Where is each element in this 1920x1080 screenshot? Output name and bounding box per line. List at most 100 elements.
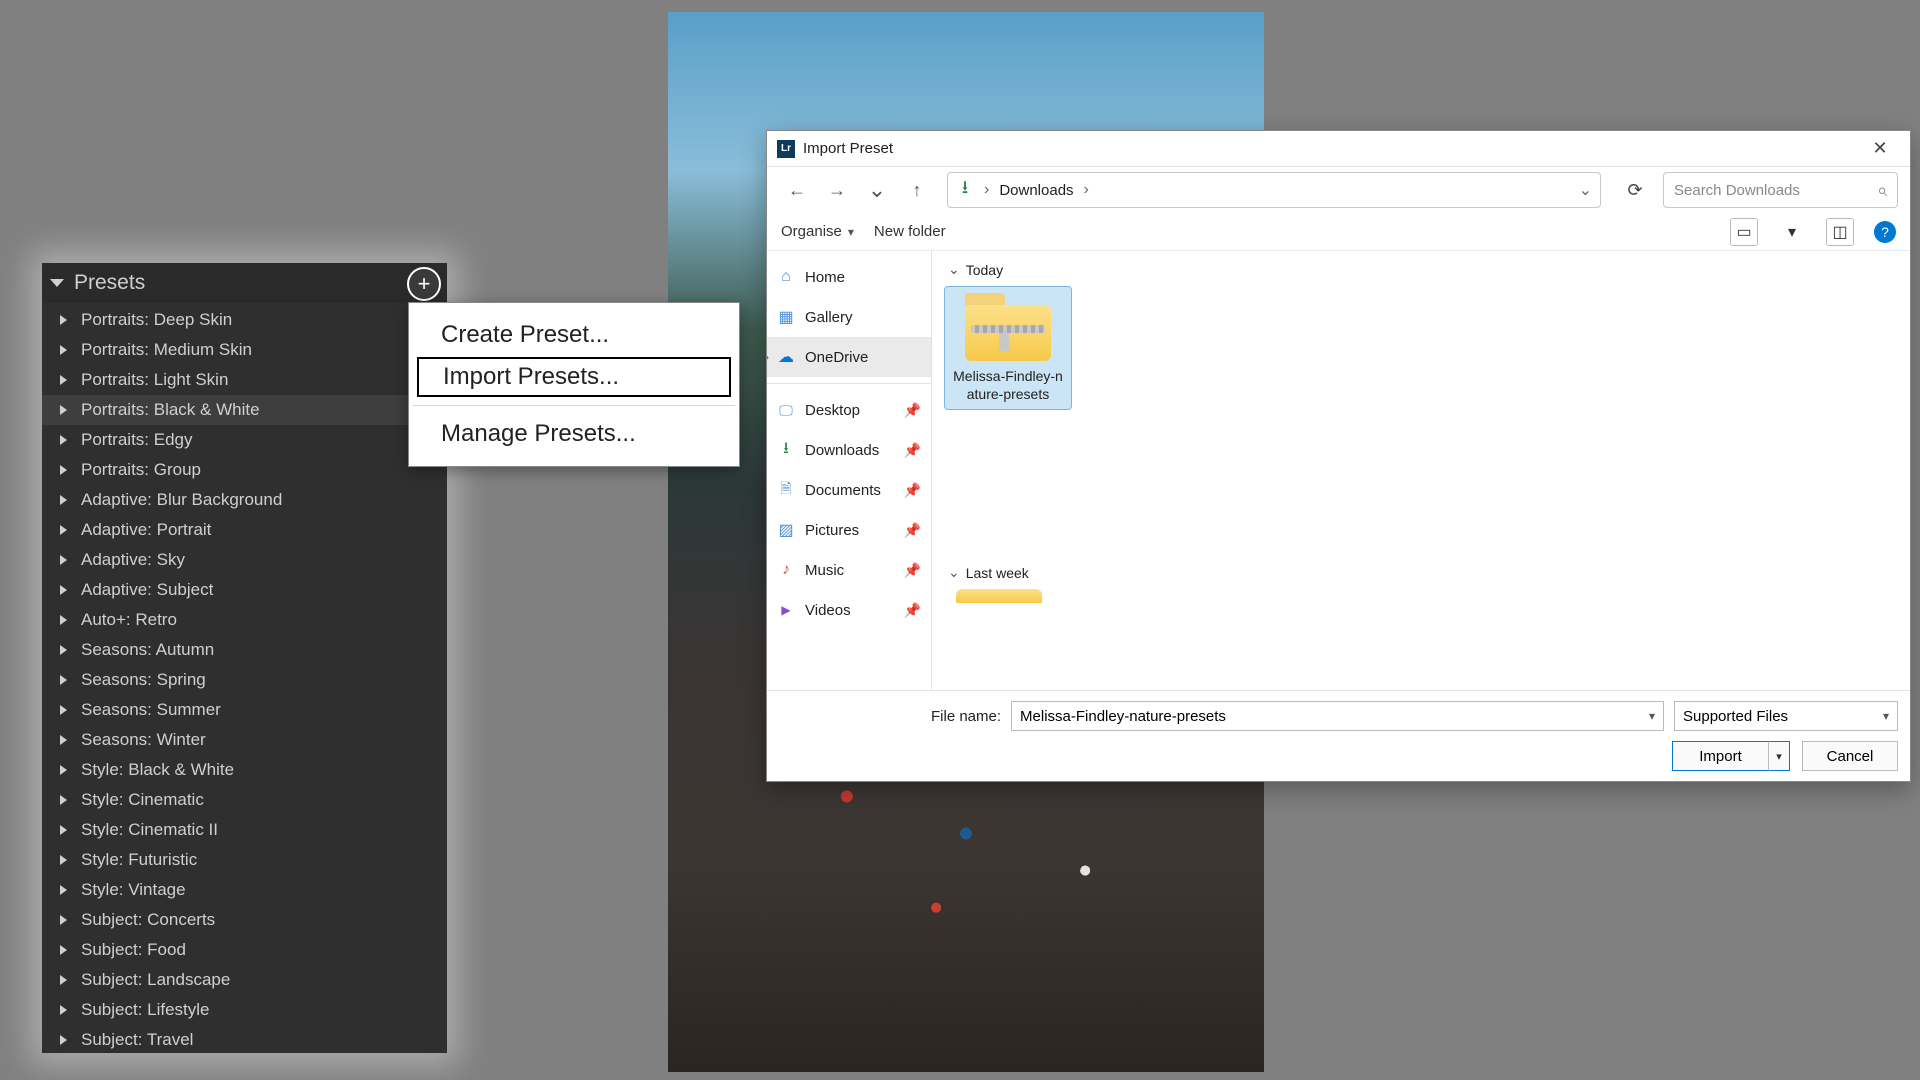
preset-item[interactable]: Style: Cinematic II (42, 815, 447, 845)
search-input[interactable]: Search Downloads (1663, 172, 1898, 208)
menu-create-preset[interactable]: Create Preset... (413, 315, 735, 355)
preset-item[interactable]: Seasons: Summer (42, 695, 447, 725)
preset-item[interactable]: Seasons: Spring (42, 665, 447, 695)
sidebar-separator (767, 383, 931, 384)
preset-item[interactable]: Seasons: Winter (42, 725, 447, 755)
pin-icon: 📌 (904, 602, 921, 619)
expand-triangle-icon (60, 915, 67, 925)
import-button[interactable]: Import (1672, 741, 1768, 771)
sidebar-item-home[interactable]: Home (767, 257, 931, 297)
nav-back-button[interactable] (779, 172, 815, 208)
preset-item[interactable]: Portraits: Black & White (42, 395, 447, 425)
preset-item-label: Portraits: Group (81, 460, 201, 480)
breadcrumb-text: Downloads (999, 182, 1073, 199)
sidebar-item-videos[interactable]: Videos📌 (767, 590, 931, 630)
chevron-down-icon (948, 564, 960, 581)
preset-item[interactable]: Portraits: Edgy (42, 425, 447, 455)
group-last-week[interactable]: Last week (948, 564, 1898, 581)
expand-triangle-icon (60, 585, 67, 595)
filename-input[interactable]: Melissa-Findley-nature-presets ▾ (1011, 701, 1664, 731)
videos-icon (777, 601, 795, 619)
partial-folder-icon[interactable] (956, 589, 1042, 603)
sidebar-item-documents[interactable]: Documents📌 (767, 470, 931, 510)
nav-forward-button[interactable] (819, 172, 855, 208)
preset-item[interactable]: Subject: Landscape (42, 965, 447, 995)
add-preset-button[interactable] (407, 267, 441, 301)
preset-item[interactable]: Adaptive: Sky (42, 545, 447, 575)
file-type-filter[interactable]: Supported Files ▾ (1674, 701, 1898, 731)
preset-item[interactable]: Adaptive: Subject (42, 575, 447, 605)
sidebar-item-gallery[interactable]: Gallery (767, 297, 931, 337)
menu-separator (413, 405, 735, 406)
preset-item[interactable]: Subject: Food (42, 935, 447, 965)
expand-triangle-icon (60, 855, 67, 865)
preset-item[interactable]: Style: Black & White (42, 755, 447, 785)
preset-item-label: Portraits: Black & White (81, 400, 260, 420)
view-dropdown-button[interactable]: ▾ (1778, 218, 1806, 246)
breadcrumb-path[interactable]: Downloads (947, 172, 1601, 208)
view-mode-button[interactable]: ▭ (1730, 218, 1758, 246)
toolbar-row: Organise New folder ▭ ▾ ◫ ? (767, 213, 1910, 251)
preset-item[interactable]: Adaptive: Blur Background (42, 485, 447, 515)
expand-triangle-icon (60, 435, 67, 445)
file-item-zip[interactable]: Melissa-Findley-n ature-presets (944, 286, 1072, 410)
preset-item[interactable]: Portraits: Light Skin (42, 365, 447, 395)
presets-list: Portraits: Deep Skin Portraits: Medium Sk… (42, 303, 447, 1053)
search-placeholder: Search Downloads (1674, 182, 1877, 199)
dialog-title: Import Preset (803, 140, 1860, 157)
expand-triangle-icon (60, 525, 67, 535)
breadcrumb-dropdown-icon[interactable] (1579, 180, 1592, 200)
menu-import-presets[interactable]: Import Presets... (417, 357, 731, 397)
help-button[interactable]: ? (1874, 221, 1896, 243)
preset-item[interactable]: Subject: Travel (42, 1025, 447, 1053)
sidebar-item-music[interactable]: Music📌 (767, 550, 931, 590)
preset-item-label: Seasons: Autumn (81, 640, 214, 660)
preset-item-label: Style: Black & White (81, 760, 234, 780)
preset-item[interactable]: Seasons: Autumn (42, 635, 447, 665)
expand-triangle-icon (60, 1005, 67, 1015)
preset-item[interactable]: Style: Futuristic (42, 845, 447, 875)
preset-item[interactable]: Style: Vintage (42, 875, 447, 905)
nav-up-button[interactable] (899, 172, 935, 208)
preset-item[interactable]: Subject: Lifestyle (42, 995, 447, 1025)
preview-pane-button[interactable]: ◫ (1826, 218, 1854, 246)
sidebar-item-pictures[interactable]: Pictures📌 (767, 510, 931, 550)
preset-item-label: Seasons: Winter (81, 730, 206, 750)
import-dropdown-button[interactable] (1768, 741, 1790, 771)
preset-item-label: Portraits: Medium Skin (81, 340, 252, 360)
downloads-icon (956, 181, 974, 199)
preset-item[interactable]: Portraits: Group (42, 455, 447, 485)
sidebar-item-downloads[interactable]: Downloads📌 (767, 430, 931, 470)
preset-item-label: Subject: Lifestyle (81, 1000, 210, 1020)
expand-triangle-icon (60, 495, 67, 505)
filename-row: File name: Melissa-Findley-nature-preset… (779, 701, 1898, 731)
presets-title: Presets (74, 271, 439, 295)
organise-button[interactable]: Organise (781, 223, 854, 240)
nav-row: Downloads Search Downloads (767, 167, 1910, 213)
import-file-dialog: Lr Import Preset ✕ Downloads Search Down… (766, 130, 1911, 782)
file-list-area: Today Melissa-Findley-n ature-presets La… (932, 251, 1910, 690)
preset-item[interactable]: Auto+: Retro (42, 605, 447, 635)
cancel-button[interactable]: Cancel (1802, 741, 1898, 771)
close-button[interactable]: ✕ (1860, 135, 1900, 163)
preset-item-label: Adaptive: Portrait (81, 520, 211, 540)
preset-item[interactable]: Subject: Concerts (42, 905, 447, 935)
menu-manage-presets[interactable]: Manage Presets... (413, 414, 735, 454)
expand-triangle-icon (60, 945, 67, 955)
preset-item[interactable]: Portraits: Deep Skin (42, 305, 447, 335)
refresh-button[interactable] (1619, 174, 1651, 206)
sidebar-item-desktop[interactable]: Desktop📌 (767, 390, 931, 430)
nav-recent-button[interactable] (859, 172, 895, 208)
preset-item[interactable]: Style: Cinematic (42, 785, 447, 815)
group-today[interactable]: Today (948, 261, 1898, 278)
new-folder-button[interactable]: New folder (874, 223, 946, 240)
sidebar-item-onedrive[interactable]: ›OneDrive (767, 337, 931, 377)
preset-item[interactable]: Adaptive: Portrait (42, 515, 447, 545)
expand-triangle-icon (60, 675, 67, 685)
presets-popup-menu: Create Preset... Import Presets... Manag… (408, 302, 740, 467)
expand-triangle-icon (60, 885, 67, 895)
expand-triangle-icon (60, 615, 67, 625)
preset-item[interactable]: Portraits: Medium Skin (42, 335, 447, 365)
presets-panel-header[interactable]: Presets (42, 263, 447, 303)
expand-triangle-icon (60, 345, 67, 355)
